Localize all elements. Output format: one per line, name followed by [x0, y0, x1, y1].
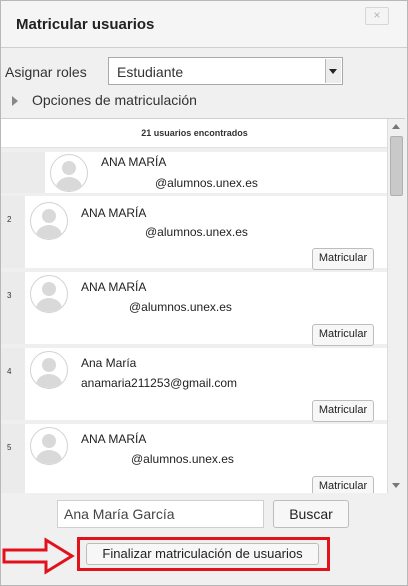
user-avatar-icon: [30, 202, 68, 240]
enrol-button[interactable]: Matricular: [312, 476, 374, 493]
close-icon: ×: [373, 8, 381, 22]
assign-roles-row: Asignar roles Estudiante: [1, 57, 407, 87]
user-name: ANA MARÍA: [81, 432, 147, 446]
users-found-count: 21 usuarios encontrados: [1, 119, 388, 148]
row-number: 2: [1, 196, 25, 268]
user-email: @alumnos.unex.es: [129, 300, 232, 314]
user-email: anamaria211253@gmail.com: [81, 376, 238, 390]
list-item[interactable]: ANA MARÍA @alumnos.unex.es: [1, 152, 388, 193]
row-number: [1, 152, 45, 193]
user-avatar-icon: [30, 427, 68, 465]
enrol-options-label[interactable]: Opciones de matriculación: [32, 92, 197, 108]
user-list: 21 usuarios encontrados ANA MARÍA @alumn…: [1, 118, 405, 494]
user-name: ANA MARÍA: [81, 206, 147, 220]
user-email: @alumnos.unex.es: [155, 176, 258, 190]
scroll-up-icon[interactable]: [392, 124, 400, 129]
enrol-button[interactable]: Matricular: [312, 248, 374, 270]
list-scrollbar[interactable]: [387, 119, 405, 493]
list-item: 4 Ana María anamaria211253@gmail.com Mat…: [1, 348, 388, 422]
user-avatar-icon: [30, 275, 68, 313]
user-email: @alumnos.unex.es: [131, 452, 234, 466]
finish-enrolment-button[interactable]: Finalizar matriculación de usuarios: [86, 543, 319, 565]
row-number: 5: [1, 424, 25, 493]
user-email: @alumnos.unex.es: [145, 225, 248, 239]
user-avatar-icon: [50, 154, 88, 192]
role-select[interactable]: Estudiante: [108, 57, 343, 85]
list-item: 5 ANA MARÍA @alumnos.unex.es Matricular: [1, 424, 388, 493]
user-name: ANA MARÍA: [81, 280, 147, 294]
list-item: 2 ANA MARÍA @alumnos.unex.es Matricular: [1, 196, 388, 270]
search-button[interactable]: Buscar: [273, 500, 349, 528]
scroll-down-icon[interactable]: [392, 483, 400, 488]
dialog-titlebar: Matricular usuarios ×: [1, 1, 407, 48]
enrol-button[interactable]: Matricular: [312, 400, 374, 422]
chevron-down-icon[interactable]: [325, 59, 341, 83]
enrol-button[interactable]: Matricular: [312, 324, 374, 346]
dialog-title: Matricular usuarios: [16, 16, 155, 33]
close-button[interactable]: ×: [365, 7, 389, 25]
assign-roles-label: Asignar roles: [5, 64, 87, 80]
user-name: Ana María: [81, 356, 137, 370]
role-select-value: Estudiante: [117, 64, 184, 80]
user-name: ANA MARÍA: [101, 155, 167, 169]
enrol-users-dialog: Matricular usuarios × Asignar roles Estu…: [0, 0, 408, 586]
highlight-box: Finalizar matriculación de usuarios: [77, 537, 330, 571]
annotation-arrow-icon: [2, 537, 75, 575]
row-number: 3: [1, 272, 25, 344]
triangle-right-icon: [12, 96, 18, 106]
list-item: 3 ANA MARÍA @alumnos.unex.es Matricular: [1, 272, 388, 346]
row-number: 4: [1, 348, 25, 420]
user-avatar-icon: [30, 351, 68, 389]
enrol-options-toggle[interactable]: Opciones de matriculación: [1, 91, 407, 113]
search-input[interactable]: [57, 500, 264, 528]
scroll-thumb[interactable]: [390, 136, 403, 196]
